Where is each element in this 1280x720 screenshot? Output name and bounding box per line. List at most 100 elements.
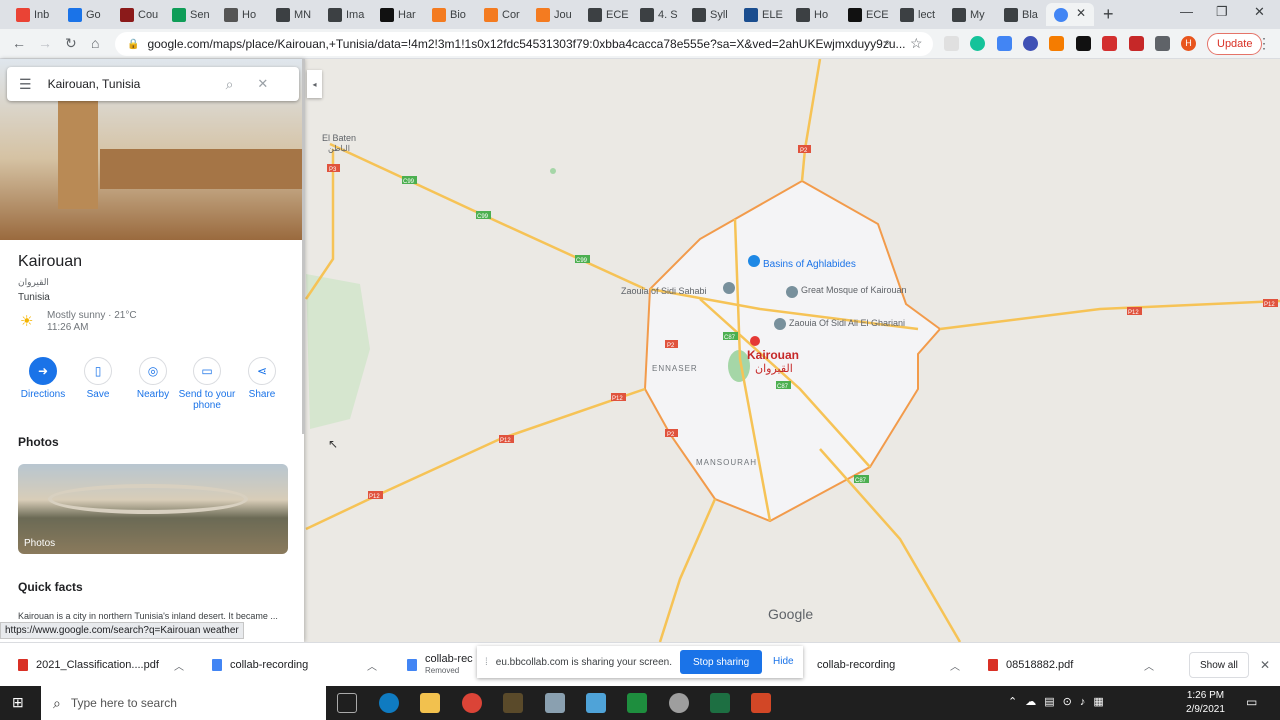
landmark-pin-icon[interactable] (774, 318, 786, 330)
media-player-icon[interactable] (503, 693, 523, 713)
browser-tab[interactable]: Sen (164, 3, 214, 26)
chevron-up-icon[interactable]: ︿ (1144, 658, 1154, 673)
browser-tab[interactable]: Har (372, 3, 422, 26)
browser-tab-strip: Inb Go Cou Sen Ho MN Ima Har Bio Cor Jou ECE 4. S Syl… (0, 0, 1280, 29)
browser-tab[interactable]: ECE (840, 3, 890, 26)
taskbar-search-placeholder: Type here to search (70, 696, 177, 710)
search-icon[interactable]: ⌕ (226, 76, 234, 93)
minimize-icon[interactable]: — (1180, 4, 1193, 19)
drag-handle-icon[interactable]: ⁞ (485, 657, 488, 668)
tab-label: Har (398, 8, 416, 21)
forward-icon[interactable]: → (38, 35, 52, 51)
hamburger-menu-icon[interactable]: ☰ (19, 76, 32, 93)
edge-icon[interactable] (379, 693, 399, 713)
taskbar-clock[interactable]: 1:26 PM 2/9/2021 (1186, 689, 1225, 717)
extension-sc-icon[interactable] (1049, 36, 1064, 51)
chrome-icon[interactable] (462, 693, 482, 713)
app-icon[interactable] (545, 693, 565, 713)
attraction-pin-icon[interactable] (748, 255, 760, 267)
browser-tab[interactable]: Ho (216, 3, 266, 26)
browser-tab[interactable]: Bio (424, 3, 474, 26)
system-tray-icons[interactable]: ⌃☁▤⊙♪▦ (1008, 695, 1112, 708)
search-box[interactable]: ☰ Kairouan, Tunisia ⌕ ✕ (7, 67, 299, 101)
download-item[interactable]: collab-rec Removed (407, 643, 473, 687)
download-item[interactable]: collab-recording (817, 643, 895, 687)
extension-m-icon[interactable] (1102, 36, 1117, 51)
photos-thumbnail[interactable]: Photos (18, 464, 288, 554)
collapse-panel-button[interactable]: ◂ (307, 70, 322, 98)
browser-tab[interactable]: Cor (476, 3, 526, 26)
extension-a-icon[interactable] (1076, 36, 1091, 51)
browser-tab[interactable]: My (944, 3, 994, 26)
search-input[interactable]: Kairouan, Tunisia (48, 77, 218, 91)
green-s-icon[interactable] (627, 693, 647, 713)
browser-tab[interactable]: Inb (8, 3, 58, 26)
browser-tab[interactable]: Bla (996, 3, 1046, 26)
download-item[interactable]: 2021_Classification....pdf (18, 643, 159, 687)
nearby-button[interactable]: ◎ Nearby (122, 357, 184, 400)
browser-tab[interactable]: ELE (736, 3, 786, 26)
address-bar[interactable]: 🔒 google.com/maps/place/Kairouan,+Tunisi… (115, 32, 933, 56)
browser-tab[interactable]: Cou (112, 3, 162, 26)
update-button[interactable]: Update (1207, 33, 1263, 55)
share-button[interactable]: ⋖ Share (231, 357, 293, 400)
profile-avatar[interactable]: H (1181, 36, 1196, 51)
chevron-up-icon[interactable]: ︿ (174, 658, 184, 673)
download-item[interactable]: 08518882.pdf (988, 643, 1073, 687)
bookmark-star-icon[interactable]: ☆ (910, 35, 923, 52)
hide-button[interactable]: Hide (773, 656, 794, 667)
extension-red-icon[interactable] (1129, 36, 1144, 51)
task-view-icon[interactable] (337, 693, 357, 713)
notifications-icon[interactable]: ▭ (1246, 695, 1257, 709)
extensions-puzzle-icon[interactable] (1155, 36, 1170, 51)
tab-google-maps-active[interactable] (1046, 3, 1094, 26)
browser-tab[interactable]: 4. S (632, 3, 682, 26)
browser-tab[interactable]: Jou (528, 3, 578, 26)
extension-drive-icon[interactable] (997, 36, 1012, 51)
directions-button[interactable]: ➜ Directions (12, 357, 74, 400)
close-window-icon[interactable]: ✕ (1254, 4, 1265, 20)
browser-tab[interactable]: MN (268, 3, 318, 26)
browser-tab[interactable]: Ima (320, 3, 370, 26)
close-downloads-icon[interactable]: ✕ (1260, 658, 1270, 672)
menu-kebab-icon[interactable]: ⋮ (1257, 35, 1271, 52)
road-shield-label: P12 (1128, 310, 1139, 316)
maximize-icon[interactable]: ❐ (1216, 4, 1228, 20)
back-icon[interactable]: ← (12, 35, 26, 51)
chevron-up-icon[interactable]: ︿ (367, 658, 377, 673)
browser-tab[interactable]: Syll (684, 3, 734, 26)
city-pin-icon[interactable] (750, 336, 760, 346)
extension-reader-icon[interactable] (944, 36, 959, 51)
extension-en-icon[interactable] (1023, 36, 1038, 51)
home-icon[interactable]: ⌂ (91, 35, 99, 51)
browser-tab[interactable]: Go (60, 3, 110, 26)
save-button[interactable]: ▯ Save (67, 357, 129, 400)
file-explorer-icon[interactable] (420, 693, 440, 713)
excel-icon[interactable] (710, 693, 730, 713)
panel-scrollbar[interactable] (302, 59, 305, 434)
grammarly-icon[interactable] (970, 36, 985, 51)
show-all-button[interactable]: Show all (1189, 652, 1249, 678)
landmark-pin-icon[interactable] (723, 282, 735, 294)
maps-globe-icon (1054, 7, 1068, 22)
landmark-pin-icon[interactable] (786, 286, 798, 298)
download-item[interactable]: collab-recording (212, 643, 308, 687)
zoom-search-icon[interactable]: ⌕ (884, 35, 891, 50)
browser-tab[interactable]: Ho (788, 3, 838, 26)
tab-close-icon[interactable]: ✕ (1076, 6, 1086, 20)
chevron-up-icon[interactable]: ︿ (950, 658, 960, 673)
powerpoint-icon[interactable] (751, 693, 771, 713)
reload-icon[interactable]: ↻ (65, 35, 77, 52)
stop-sharing-button[interactable]: Stop sharing (680, 650, 763, 674)
browser-tab[interactable]: lect (892, 3, 942, 26)
send-to-phone-button[interactable]: ▭ Send to your phone (176, 357, 238, 411)
notepad-icon[interactable] (586, 693, 606, 713)
weather-info[interactable]: Mostly sunny · 21°C 11:26 AM (47, 310, 137, 334)
windows-start-icon[interactable]: ⊞ (12, 694, 24, 711)
clock-time: 1:26 PM (1186, 690, 1225, 701)
new-tab-button[interactable]: + (1103, 4, 1114, 25)
close-icon[interactable]: ✕ (257, 76, 268, 92)
browser-tab[interactable]: ECE (580, 3, 630, 26)
taskbar-search[interactable]: ⌕ Type here to search (41, 686, 326, 720)
music-icon[interactable] (669, 693, 689, 713)
